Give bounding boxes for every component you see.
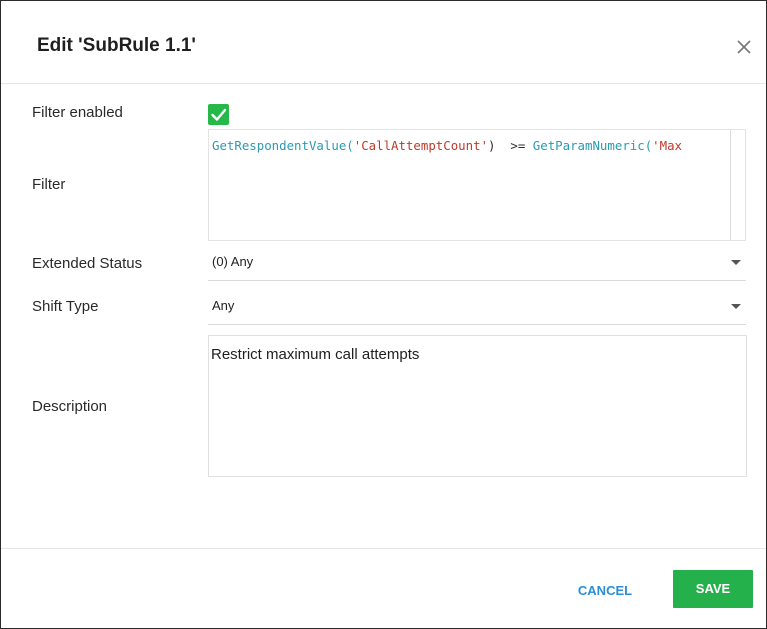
- dialog-title: Edit 'SubRule 1.1': [37, 35, 196, 56]
- code-function-1: GetRespondentValue(: [212, 138, 354, 153]
- shift-type-value: Any: [212, 298, 235, 313]
- extended-status-value: (0) Any: [212, 254, 254, 269]
- description-value: Restrict maximum call attempts: [211, 346, 420, 363]
- close-icon[interactable]: [734, 37, 754, 57]
- edit-subrule-dialog: Edit 'SubRule 1.1' Filter enabled Filter…: [0, 0, 767, 629]
- shift-type-label: Shift Type: [32, 298, 99, 315]
- filter-code-editor[interactable]: GetRespondentValue('CallAttemptCount') >…: [208, 129, 746, 241]
- description-textarea[interactable]: Restrict maximum call attempts: [208, 335, 747, 477]
- filter-label: Filter: [32, 176, 66, 193]
- filter-enabled-checkbox[interactable]: [208, 104, 229, 125]
- code-string-1: 'CallAttemptCount': [353, 138, 489, 153]
- chevron-down-icon: [731, 304, 741, 309]
- dialog-footer: CANCEL SAVE: [1, 548, 766, 629]
- filter-enabled-label: Filter enabled: [32, 104, 123, 121]
- code-function-2: GetParamNumeric(: [532, 138, 653, 153]
- save-button[interactable]: SAVE: [673, 570, 753, 608]
- chevron-down-icon: [731, 260, 741, 265]
- checkmark-icon: [211, 108, 227, 121]
- extended-status-select[interactable]: (0) Any: [208, 241, 746, 281]
- filter-code-line: GetRespondentValue('CallAttemptCount') >…: [212, 138, 682, 153]
- filter-scrollbar[interactable]: [730, 130, 731, 240]
- extended-status-label: Extended Status: [32, 255, 143, 272]
- cancel-button[interactable]: CANCEL: [569, 579, 641, 603]
- description-label: Description: [32, 398, 108, 415]
- dialog-header: Edit 'SubRule 1.1': [1, 1, 766, 84]
- code-operator: ) >=: [488, 138, 533, 153]
- code-string-2: 'Max: [652, 138, 682, 153]
- shift-type-select[interactable]: Any: [208, 285, 746, 325]
